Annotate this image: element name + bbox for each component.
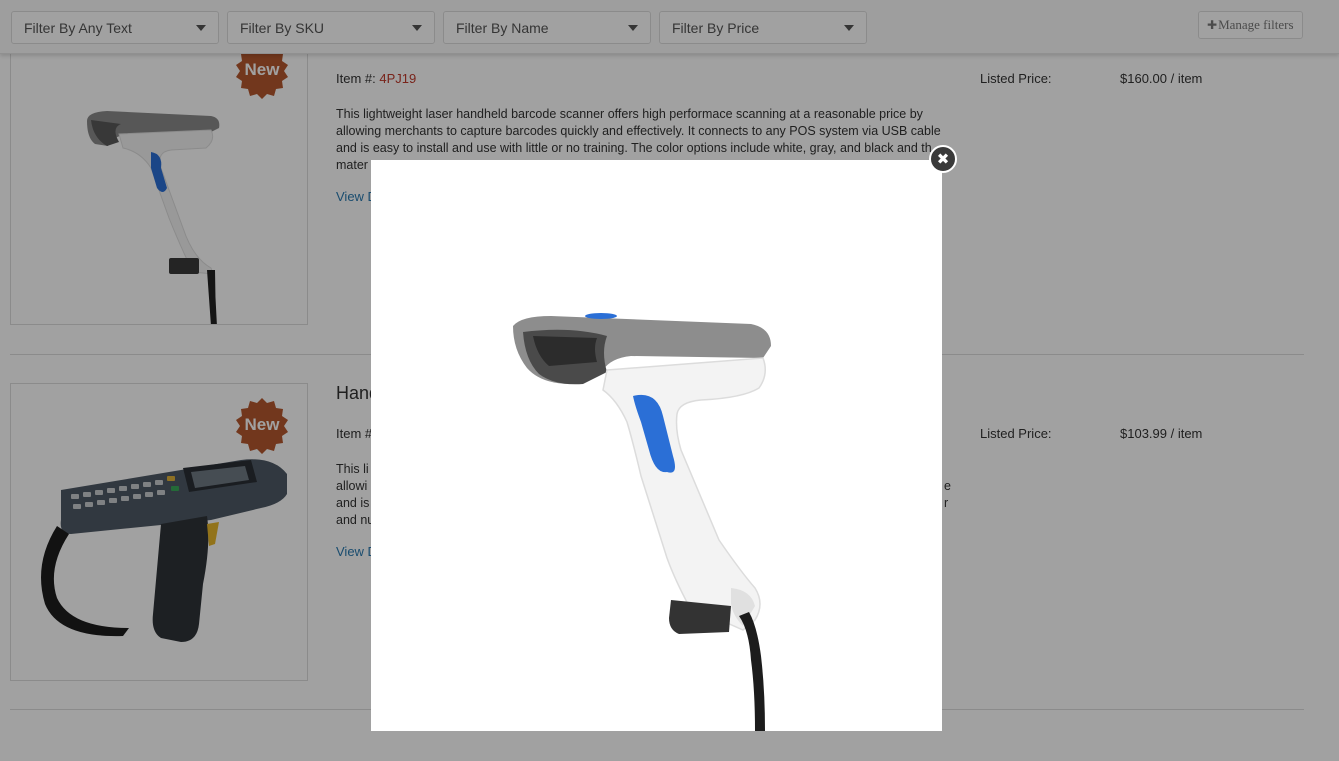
close-icon[interactable]: ✖ xyxy=(929,145,957,173)
image-lightbox xyxy=(371,160,942,731)
barcode-scanner-image xyxy=(371,160,942,731)
